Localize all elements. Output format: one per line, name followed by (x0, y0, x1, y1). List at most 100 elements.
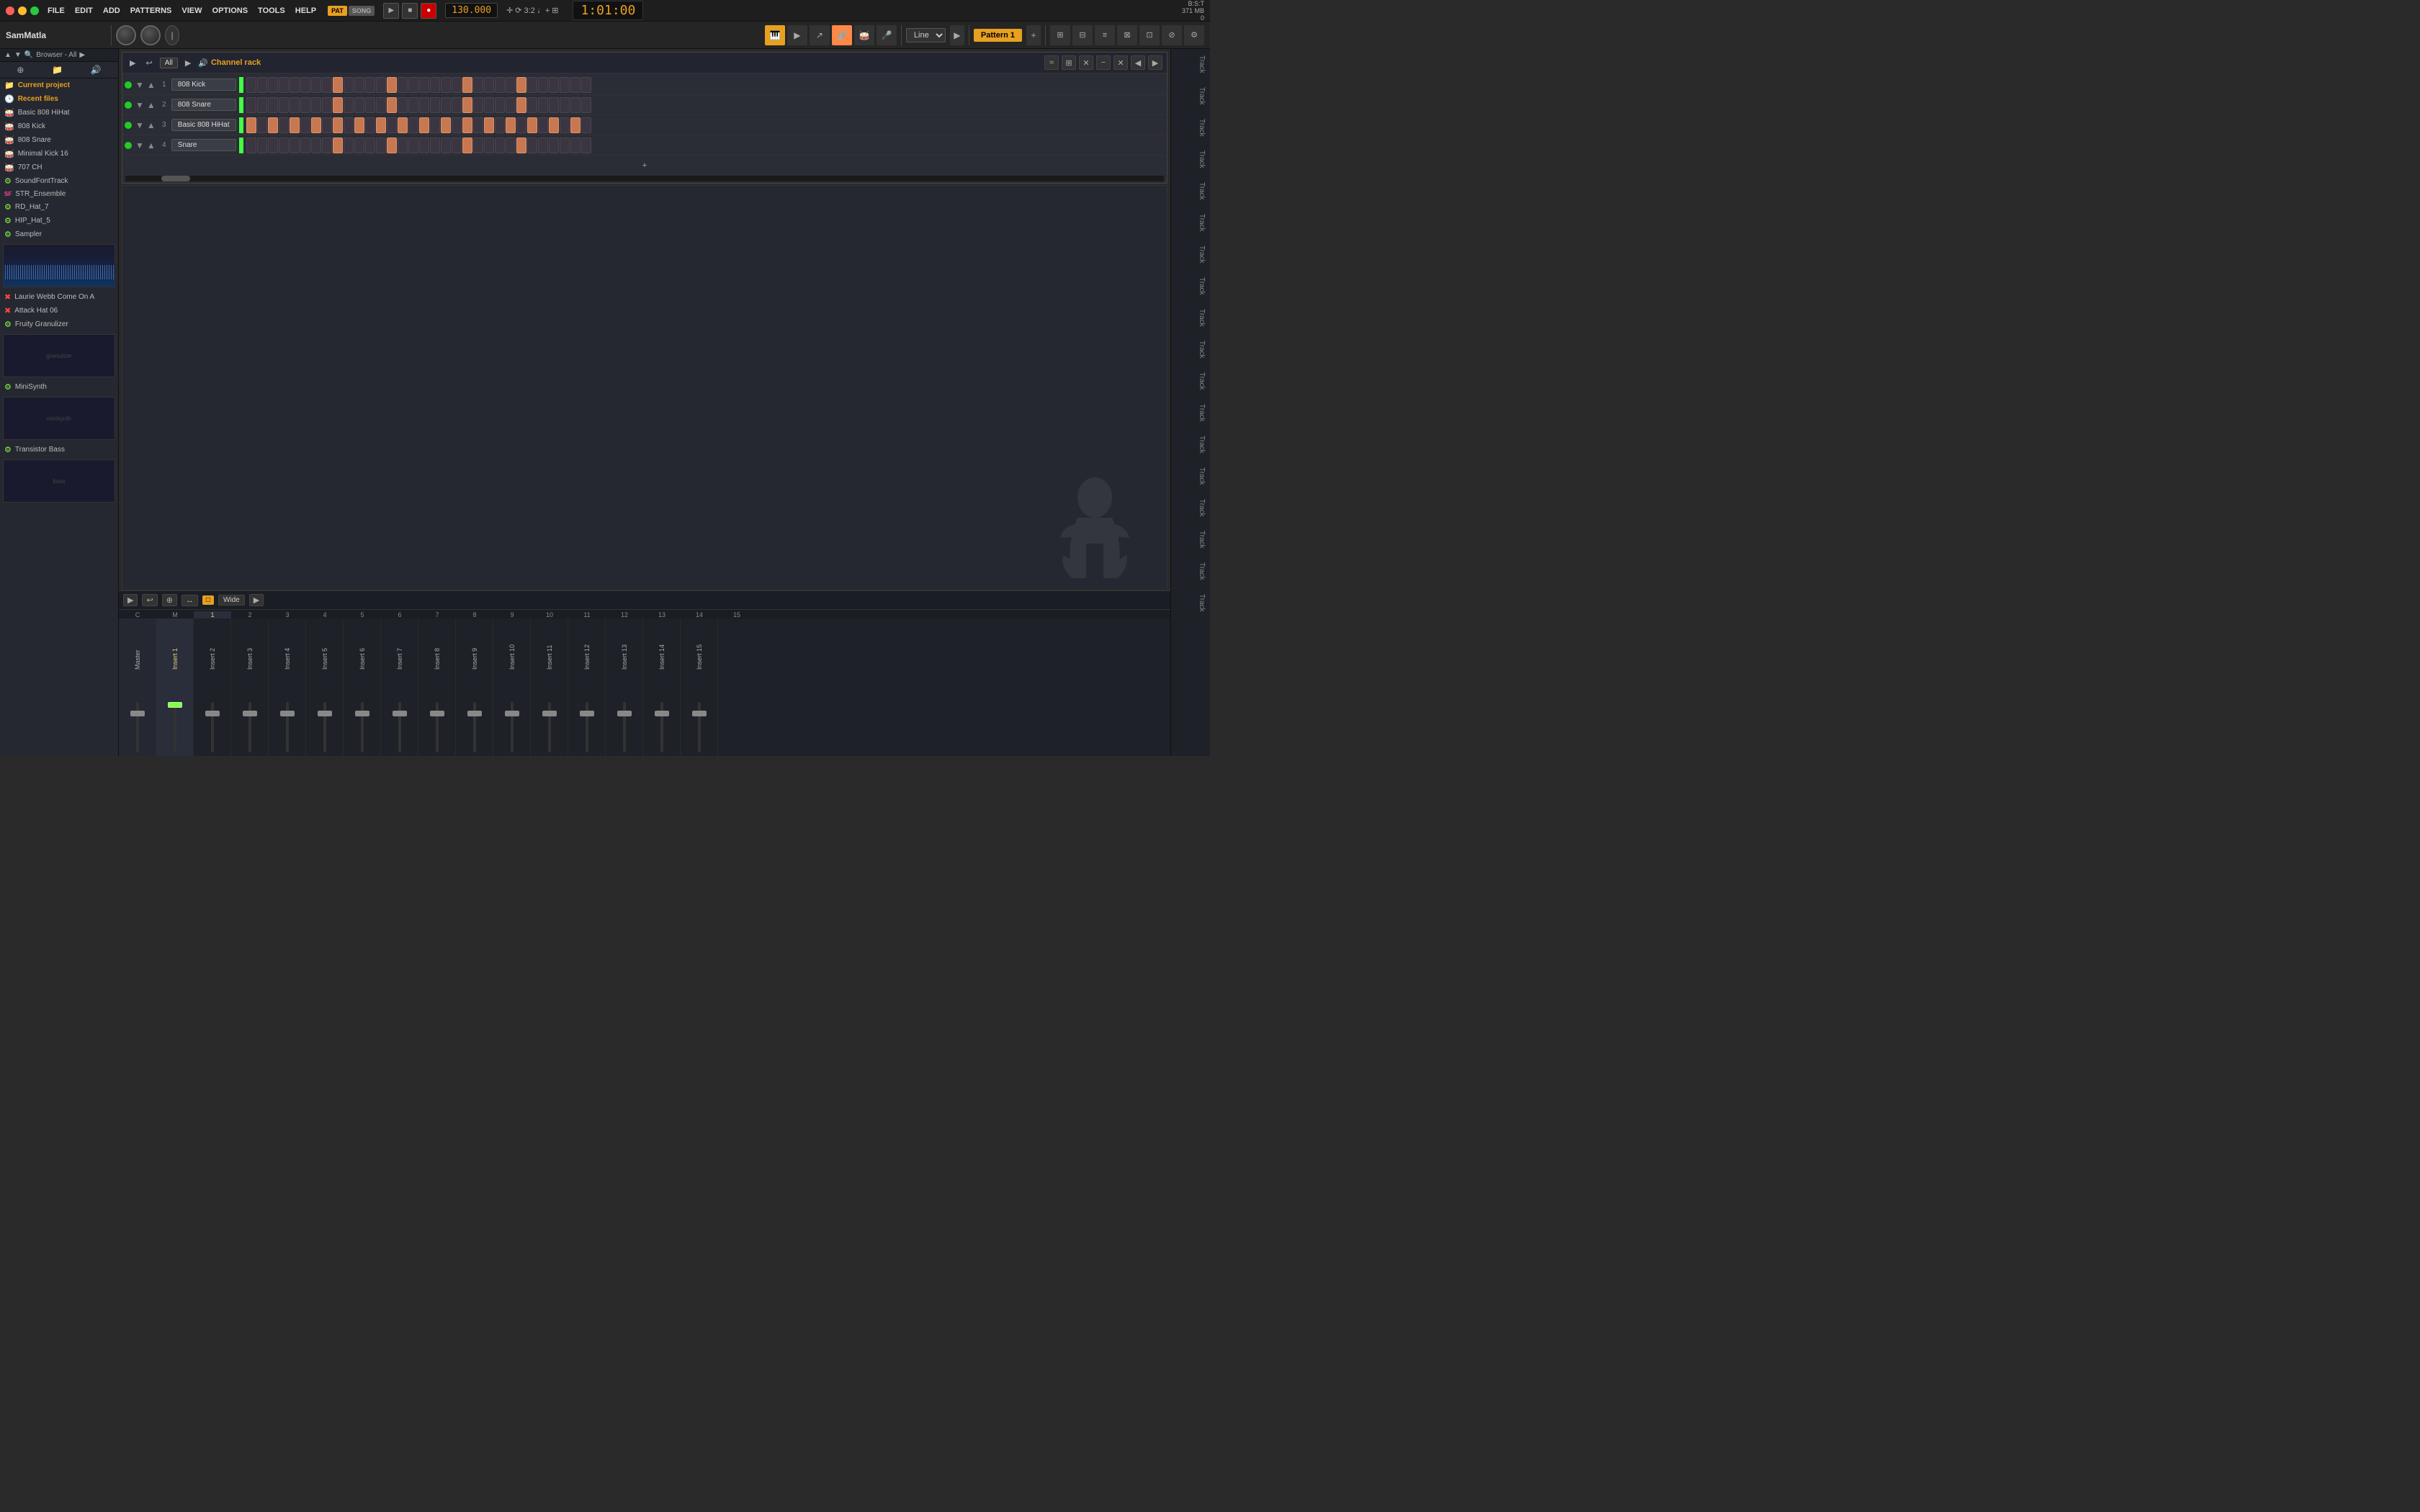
step-1-4[interactable] (290, 97, 300, 113)
sidebar-down[interactable]: ▼ (14, 51, 22, 59)
ch-name-btn-2[interactable]: Basic 808 HiHat (171, 119, 236, 131)
ch-name-btn-3[interactable]: Snare (171, 139, 236, 151)
toggle-btn[interactable]: | (165, 25, 179, 45)
cr-arrow-left[interactable]: ◀ (1131, 55, 1145, 70)
fader-handle-insert12[interactable] (580, 711, 594, 716)
step-2-13[interactable] (387, 117, 397, 133)
step-0-29[interactable] (560, 77, 570, 93)
mixer-rect-btn[interactable]: □ (202, 595, 214, 605)
step-1-31[interactable] (581, 97, 591, 113)
step-2-0[interactable] (246, 117, 256, 133)
minimize-button[interactable] (18, 6, 27, 15)
slip-icon[interactable]: ↗ (810, 25, 830, 45)
step-0-18[interactable] (441, 77, 451, 93)
right-track-11[interactable]: Track (1171, 397, 1210, 429)
step-3-18[interactable] (441, 138, 451, 153)
right-track-17[interactable]: Track (1171, 588, 1210, 619)
track-label-master[interactable]: Master (134, 623, 141, 670)
track-label-insert6[interactable]: Insert 6 (359, 623, 366, 670)
pat-button[interactable]: PAT (328, 6, 347, 16)
step-1-18[interactable] (441, 97, 451, 113)
folder-icon[interactable]: 📁 (52, 65, 63, 75)
step-0-7[interactable] (322, 77, 332, 93)
midi-icon[interactable]: ⊞ (552, 6, 558, 15)
cr-scrollbar[interactable] (125, 176, 1164, 181)
step-0-9[interactable] (344, 77, 354, 93)
step-3-7[interactable] (322, 138, 332, 153)
sidebar-item-hip-hat[interactable]: ⚙ HIP_Hat_5 (0, 214, 118, 228)
track-label-insert15[interactable]: Insert 15 (696, 623, 703, 670)
cr-x-btn[interactable]: ✕ (1113, 55, 1128, 70)
step-3-0[interactable] (246, 138, 256, 153)
step-3-19[interactable] (452, 138, 462, 153)
step-3-3[interactable] (279, 138, 289, 153)
step-1-7[interactable] (322, 97, 332, 113)
right-track-12[interactable]: Track (1171, 429, 1210, 461)
step-3-13[interactable] (387, 138, 397, 153)
mixer-track-master[interactable]: Master (119, 618, 156, 756)
step-3-21[interactable] (473, 138, 483, 153)
right-track-16[interactable]: Track (1171, 556, 1210, 588)
step-1-8[interactable] (333, 97, 343, 113)
step-2-17[interactable] (430, 117, 440, 133)
step-3-23[interactable] (495, 138, 505, 153)
step-1-25[interactable] (516, 97, 526, 113)
mixer-play-btn[interactable]: ▶ (123, 594, 138, 606)
mixer-track-insert5[interactable]: Insert 5 (306, 618, 344, 756)
step-1-29[interactable] (560, 97, 570, 113)
step-3-12[interactable] (376, 138, 386, 153)
step-2-19[interactable] (452, 117, 462, 133)
sidebar-item-attack-hat[interactable]: ✖ Attack Hat 06 (0, 304, 118, 318)
step-1-15[interactable] (408, 97, 418, 113)
speaker-icon[interactable]: 🔊 (91, 65, 102, 75)
cr-scrollbar-thumb[interactable] (161, 176, 190, 181)
cr-close-btn[interactable]: ✕ (1079, 55, 1093, 70)
step-2-31[interactable] (581, 117, 591, 133)
loop-icon[interactable]: ⟳ (515, 6, 521, 15)
pattern-button[interactable]: Pattern 1 (974, 29, 1022, 42)
step-0-25[interactable] (516, 77, 526, 93)
play-button[interactable]: ▶ (383, 3, 399, 19)
step-3-29[interactable] (560, 138, 570, 153)
step-3-17[interactable] (430, 138, 440, 153)
step-1-10[interactable] (354, 97, 364, 113)
fader-handle-insert8[interactable] (430, 711, 444, 716)
step-1-28[interactable] (549, 97, 559, 113)
snap-icon[interactable]: ✛ (506, 6, 513, 15)
fader-handle-insert9[interactable] (467, 711, 482, 716)
fader-handle-insert5[interactable] (318, 711, 332, 716)
step-0-23[interactable] (495, 77, 505, 93)
track-label-insert1[interactable]: Insert 1 (171, 623, 179, 670)
ch-name-btn-0[interactable]: 808 Kick (171, 78, 236, 91)
layout-icon1[interactable]: ⊞ (1050, 25, 1070, 45)
step-0-26[interactable] (527, 77, 537, 93)
step-2-28[interactable] (549, 117, 559, 133)
fader-handle-insert10[interactable] (505, 711, 519, 716)
step-2-4[interactable] (290, 117, 300, 133)
mixer-track-insert14[interactable]: Insert 14 (643, 618, 681, 756)
sidebar-item-minimalkick[interactable]: 🥁 Minimal Kick 16 (0, 147, 118, 161)
step-3-9[interactable] (344, 138, 354, 153)
stop-button[interactable]: ■ (402, 3, 418, 19)
menu-help[interactable]: HELP (295, 6, 316, 15)
track-label-insert11[interactable]: Insert 11 (546, 623, 553, 670)
step-2-10[interactable] (354, 117, 364, 133)
fader-handle-insert15[interactable] (692, 711, 707, 716)
track-label-insert5[interactable]: Insert 5 (321, 623, 328, 670)
ch-down-1[interactable]: ▼ (135, 100, 144, 110)
piano-roll-icon[interactable]: 🎹 (765, 25, 785, 45)
line-mode-select[interactable]: Line (906, 28, 946, 42)
step-2-5[interactable] (300, 117, 310, 133)
menu-add[interactable]: ADD (103, 6, 120, 15)
step-0-31[interactable] (581, 77, 591, 93)
step-1-22[interactable] (484, 97, 494, 113)
sidebar-item-808kick[interactable]: 🥁 808 Kick (0, 120, 118, 133)
ch-up-1[interactable]: ▲ (147, 100, 156, 110)
search-icon[interactable]: 🔍 (24, 51, 33, 59)
cr-wave-icon[interactable]: ≈ (1044, 55, 1059, 70)
menu-patterns[interactable]: PATTERNS (130, 6, 172, 15)
step-2-7[interactable] (322, 117, 332, 133)
step-0-15[interactable] (408, 77, 418, 93)
drum-icon[interactable]: 🥁 (854, 25, 874, 45)
sidebar-item-str-ensemble[interactable]: SF STR_Ensemble (0, 188, 118, 200)
